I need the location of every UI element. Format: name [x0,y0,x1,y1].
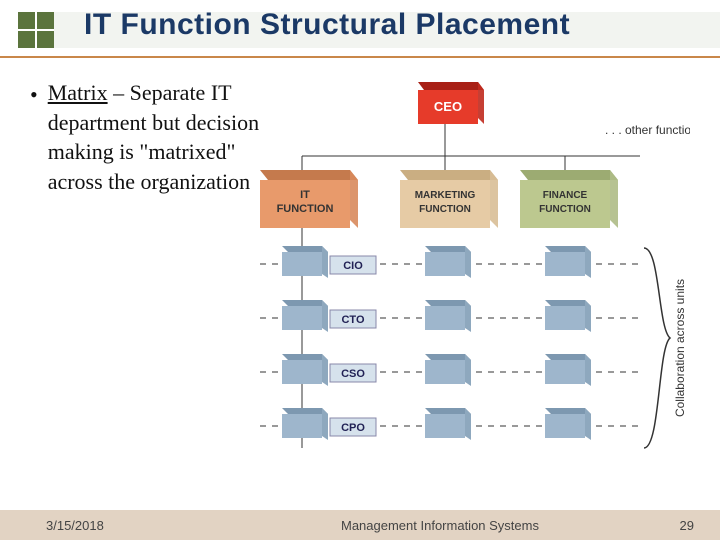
box-ceo: CEO [418,82,484,124]
svg-text:FUNCTION: FUNCTION [277,203,334,215]
brace-icon [644,248,670,448]
title-band: IT Function Structural Placement [0,0,720,58]
row-cso: CSO [260,354,638,386]
svg-text:MARKETING: MARKETING [415,190,476,201]
label-collab: Collaboration across units [673,279,687,417]
svg-text:FINANCE: FINANCE [543,190,588,201]
row-cpo: CPO [260,408,638,440]
label-role: CPO [341,422,365,434]
svg-text:FUNCTION: FUNCTION [419,204,471,215]
svg-text:FUNCTION: FUNCTION [539,204,591,215]
box-finance-function: FINANCE FUNCTION [520,170,618,228]
svg-text:IT: IT [300,189,310,201]
bullet-dash: – [108,80,130,105]
label-role: CSO [341,368,365,380]
footer-course: Management Information Systems [226,518,654,533]
label-ceo: CEO [434,99,462,114]
org-diagram: . . . other functions CEO IT FUNCTION [260,78,690,468]
box-marketing-function: MARKETING FUNCTION [400,170,498,228]
title-corner-accent [18,12,54,48]
slide-title: IT Function Structural Placement [84,8,570,42]
slide-footer: 3/15/2018 Management Information Systems… [0,510,720,540]
bullet-icon: • [30,80,38,197]
row-cto: CTO [260,300,638,332]
bullet-text: • Matrix – Separate IT department but de… [30,78,260,468]
label-role: CIO [343,260,363,272]
bullet-lead: Matrix [48,80,108,105]
footer-date: 3/15/2018 [46,518,226,533]
footer-page: 29 [654,518,694,533]
label-other: . . . other functions [605,123,690,137]
diagram-svg: . . . other functions CEO IT FUNCTION [260,78,690,468]
bullet-content: Matrix – Separate IT department but deci… [48,78,260,197]
row-cio: CIO [260,246,638,278]
label-role: CTO [341,314,364,326]
box-it-function: IT FUNCTION [260,170,358,228]
slide-body: • Matrix – Separate IT department but de… [30,78,690,468]
